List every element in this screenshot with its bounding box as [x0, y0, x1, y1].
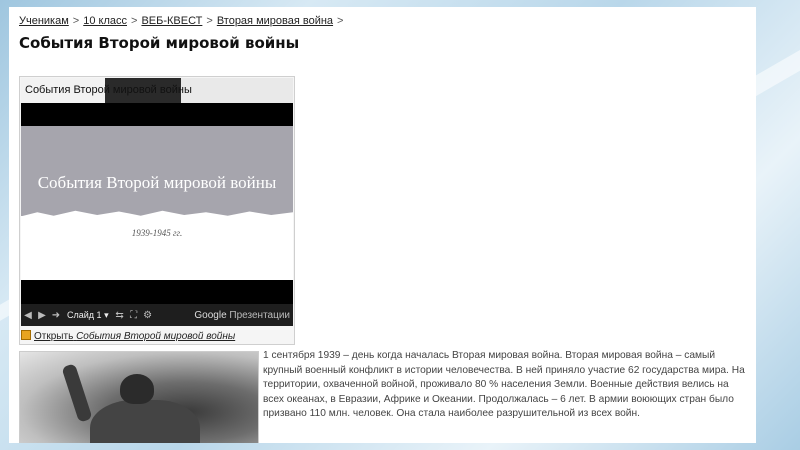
play-icon[interactable]: ▶	[35, 310, 49, 321]
presentation-slide[interactable]: События Второй мировой войны 1939-1945 г…	[21, 126, 293, 280]
open-presentation-link[interactable]: Открыть События Второй мировой войны	[34, 331, 235, 342]
breadcrumb-item-ww2[interactable]: Вторая мировая война	[217, 15, 333, 27]
open-link-prefix: Открыть	[34, 331, 74, 342]
chevron-down-icon: ▾	[104, 309, 109, 320]
breadcrumb: Ученикам >10 класс > ВЕБ-КВЕСТ > Вторая миров…	[19, 15, 347, 27]
google-brand: Google	[194, 309, 227, 321]
open-presentation-row: Открыть События Второй мировой войны	[21, 330, 235, 342]
breadcrumb-separator: >	[206, 15, 213, 27]
slide-title: События Второй мировой войны	[37, 173, 277, 192]
presentation-file-icon	[21, 330, 31, 340]
breadcrumb-item-web-quest[interactable]: ВЕБ-КВЕСТ	[141, 15, 202, 27]
presentation-embed: События Второй мировой войны События Вто…	[19, 76, 295, 345]
soldier-head-shape	[120, 374, 154, 404]
breadcrumb-separator: >	[337, 15, 344, 27]
google-brand-suffix: Презентации	[229, 309, 290, 321]
open-link-name: События Второй мировой войны	[76, 331, 236, 342]
article-text: 1 сентября 1939 – день когда началась Вт…	[263, 350, 745, 419]
prev-slide-icon[interactable]: ◀	[21, 310, 35, 321]
presentation-viewport[interactable]: События Второй мировой войны События Вто…	[21, 78, 293, 326]
breadcrumb-item-grade-10[interactable]: 10 класс	[83, 15, 127, 27]
next-slide-icon[interactable]: ➜	[49, 310, 63, 321]
soldier-body-shape	[90, 400, 200, 443]
page-content: Ученикам >10 класс > ВЕБ-КВЕСТ > Вторая миров…	[9, 7, 756, 443]
embed-header: События Второй мировой войны	[21, 78, 293, 103]
soldier-arm-shape	[61, 363, 93, 423]
share-icon[interactable]: ⇆	[113, 310, 127, 321]
presentation-controls: ◀ ▶ ➜ Слайд 1 ▾ ⇆ ⛶ ⚙ Google Презентации	[21, 304, 293, 326]
fullscreen-icon[interactable]: ⛶	[127, 310, 141, 321]
soldier-photo	[19, 351, 259, 443]
slide-selector[interactable]: Слайд 1 ▾	[67, 310, 109, 321]
breadcrumb-separator: >	[72, 15, 80, 27]
google-slides-logo[interactable]: Google Презентации	[194, 310, 290, 321]
gear-icon[interactable]: ⚙	[141, 310, 155, 321]
page-title: События Второй мировой войны	[19, 34, 300, 52]
slide-years: 1939-1945 гг.	[131, 228, 183, 238]
slide-title-band	[21, 126, 293, 216]
embed-header-title: События Второй мировой войны	[25, 84, 192, 96]
breadcrumb-item-students[interactable]: Ученикам	[19, 15, 69, 27]
breadcrumb-separator: >	[131, 15, 138, 27]
slide-selector-label: Слайд 1	[67, 309, 102, 320]
